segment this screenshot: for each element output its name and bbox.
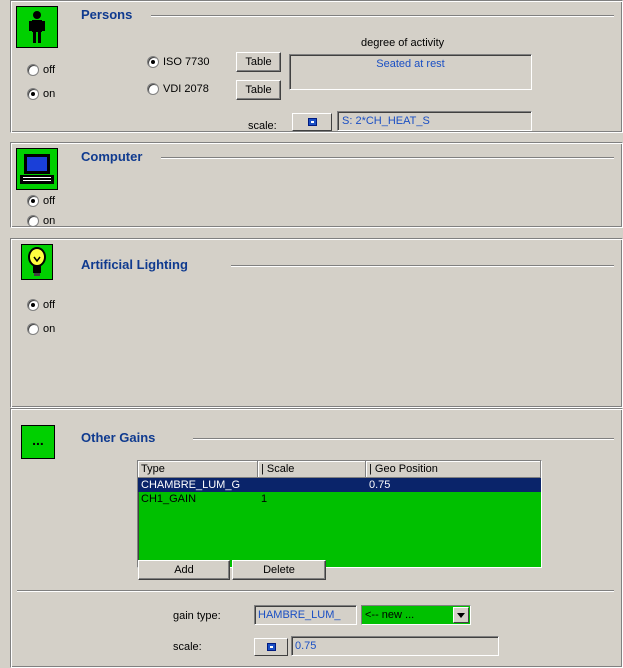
other-gains-panel: ... Other Gains Type | Scale | Geo Posit… bbox=[10, 408, 623, 668]
gain-type-cell: CH1_GAIN bbox=[141, 493, 197, 505]
gain-scale-field[interactable]: 0.75 bbox=[291, 636, 499, 656]
persons-scale-field[interactable]: S: 2*CH_HEAT_S bbox=[337, 111, 532, 131]
gain-scale-value: 0.75 bbox=[295, 640, 317, 652]
scale-picker-button[interactable] bbox=[292, 113, 332, 131]
gain-type-combo[interactable]: <-- new ... bbox=[361, 605, 471, 625]
chevron-down-icon bbox=[457, 612, 465, 618]
gain-geo-cell bbox=[366, 492, 541, 506]
gain-scale-cell bbox=[258, 478, 366, 492]
radio-label: on bbox=[43, 88, 56, 100]
delete-button[interactable]: Delete bbox=[232, 560, 326, 580]
computer-title: Computer bbox=[81, 149, 143, 164]
list-item[interactable]: CHAMBRE_LUM_G 0.75 bbox=[138, 478, 541, 492]
formula-icon bbox=[307, 118, 317, 126]
light-bulb-icon bbox=[21, 244, 53, 280]
person-icon bbox=[16, 6, 58, 48]
radio-circle bbox=[27, 323, 39, 335]
gain-geo-cell: 0.75 bbox=[369, 479, 391, 491]
radio-circle bbox=[27, 88, 39, 100]
gain-scale-cell: 1 bbox=[261, 493, 268, 505]
more-icon-text: ... bbox=[32, 432, 44, 448]
persons-title: Persons bbox=[81, 7, 133, 22]
gain-scale-picker-button[interactable] bbox=[254, 638, 288, 656]
radio-label: on bbox=[43, 323, 56, 335]
gain-scale-label: scale: bbox=[173, 641, 202, 653]
formula-icon bbox=[266, 643, 276, 651]
divider bbox=[193, 438, 614, 440]
radio-circle bbox=[27, 215, 39, 227]
radio-label: ISO 7730 bbox=[163, 56, 210, 68]
computer-panel: Computer off on bbox=[10, 142, 623, 228]
divider bbox=[231, 265, 614, 267]
radio-label: off bbox=[43, 64, 56, 76]
radio-label: on bbox=[43, 215, 56, 227]
persons-on-radio[interactable]: on bbox=[27, 88, 55, 100]
vdi-2078-radio[interactable]: VDI 2078 bbox=[147, 83, 209, 95]
radio-circle bbox=[147, 83, 159, 95]
column-header-geo-position[interactable]: | Geo Position bbox=[366, 461, 541, 477]
divider bbox=[161, 157, 614, 159]
activity-label: degree of activity bbox=[361, 37, 445, 49]
more-icon: ... bbox=[21, 425, 55, 459]
persons-scale-label: scale: bbox=[248, 120, 277, 132]
gain-type-label: gain type: bbox=[173, 610, 221, 622]
radio-circle bbox=[27, 64, 39, 76]
computer-on-radio[interactable]: on bbox=[27, 215, 55, 227]
gain-type-value: HAMBRE_LUM_ bbox=[258, 609, 341, 621]
gain-type-cell: CHAMBRE_LUM_G bbox=[141, 479, 241, 491]
vdi-table-button[interactable]: Table bbox=[236, 80, 281, 100]
persons-panel: Persons off on ISO 7730 VDI 2078 Table T… bbox=[10, 0, 623, 133]
combo-value: <-- new ... bbox=[365, 609, 415, 621]
lighting-off-radio[interactable]: off bbox=[27, 299, 55, 311]
other-gains-title: Other Gains bbox=[81, 430, 156, 445]
column-header-scale[interactable]: | Scale bbox=[258, 461, 366, 477]
separator bbox=[17, 590, 614, 592]
persons-off-radio[interactable]: off bbox=[27, 64, 55, 76]
radio-circle bbox=[27, 195, 39, 207]
computer-icon bbox=[16, 148, 58, 190]
lighting-title: Artificial Lighting bbox=[81, 257, 188, 272]
radio-label: VDI 2078 bbox=[163, 83, 209, 95]
iso-7730-radio[interactable]: ISO 7730 bbox=[147, 56, 209, 68]
gain-type-field[interactable]: HAMBRE_LUM_ bbox=[254, 605, 357, 625]
activity-field[interactable]: Seated at rest bbox=[289, 54, 532, 90]
lighting-on-radio[interactable]: on bbox=[27, 323, 55, 335]
combo-dropdown-button[interactable] bbox=[453, 607, 469, 623]
gains-list[interactable]: Type | Scale | Geo Position CHAMBRE_LUM_… bbox=[137, 460, 542, 568]
divider bbox=[151, 15, 614, 17]
iso-table-button[interactable]: Table bbox=[236, 52, 281, 72]
add-button[interactable]: Add bbox=[138, 560, 230, 580]
radio-circle bbox=[147, 56, 159, 68]
radio-circle bbox=[27, 299, 39, 311]
computer-off-radio[interactable]: off bbox=[27, 195, 55, 207]
persons-scale-value: S: 2*CH_HEAT_S bbox=[342, 115, 430, 127]
list-item[interactable]: CH1_GAIN 1 bbox=[138, 492, 541, 506]
gains-list-header: Type | Scale | Geo Position bbox=[138, 461, 541, 478]
radio-label: off bbox=[43, 299, 56, 311]
column-header-type[interactable]: Type bbox=[138, 461, 258, 477]
radio-label: off bbox=[43, 195, 56, 207]
lighting-panel: Artificial Lighting off on bbox=[10, 238, 623, 408]
activity-value: Seated at rest bbox=[376, 58, 445, 70]
